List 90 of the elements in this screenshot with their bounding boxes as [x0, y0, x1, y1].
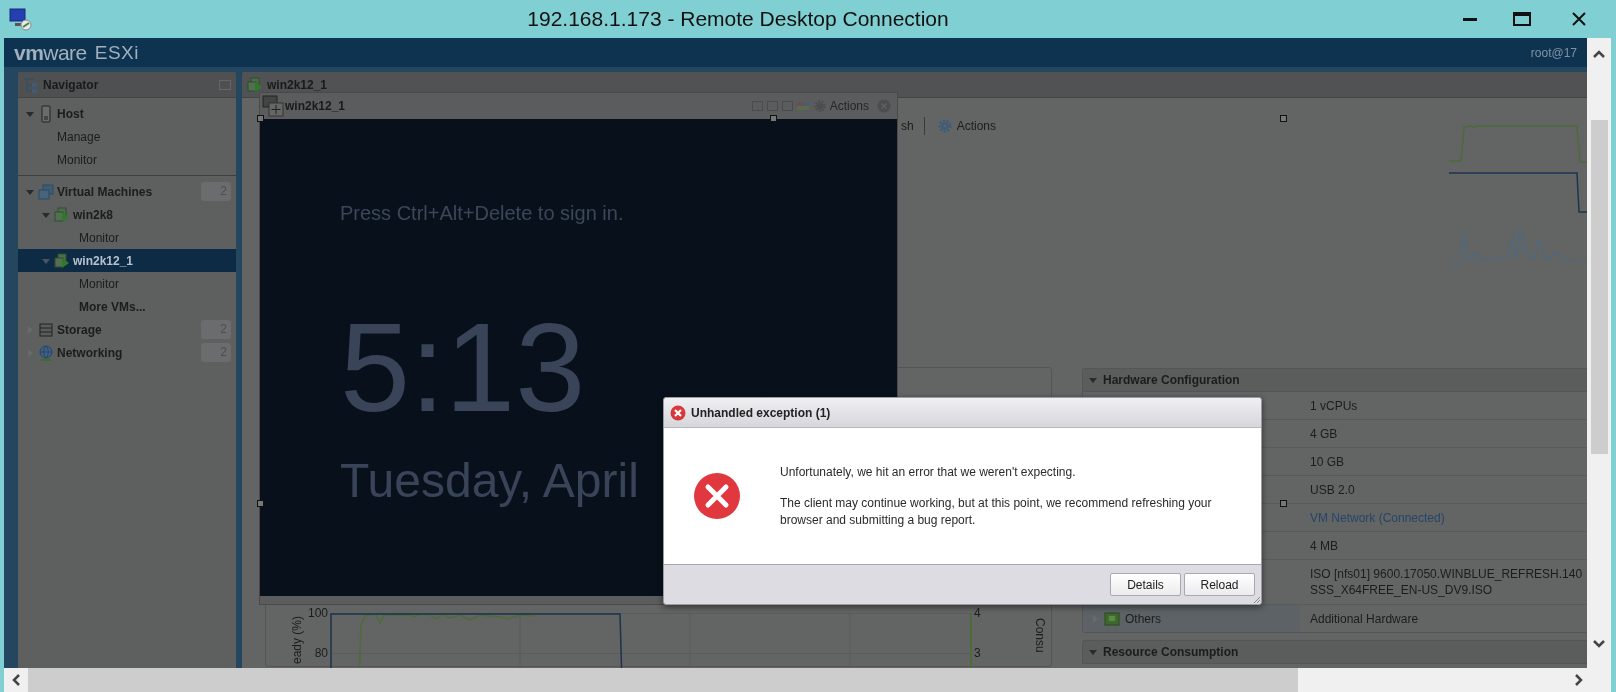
navigator-item[interactable]: Host — [18, 102, 236, 125]
navigator-item[interactable]: More VMs... — [18, 295, 236, 318]
user-name[interactable]: root@17 — [1530, 43, 1577, 62]
globe-icon — [38, 344, 54, 361]
window-title: 192.168.1.173 - Remote Desktop Connection — [527, 6, 949, 33]
resize-handle[interactable] — [257, 115, 264, 122]
gear-icon — [936, 118, 953, 134]
navigator-item[interactable]: win2k12_1 — [18, 249, 236, 272]
horizontal-scrollbar[interactable] — [4, 668, 1611, 692]
navigator-item[interactable]: Manage — [18, 125, 236, 148]
navigator-item-label: Host — [57, 105, 84, 123]
virtual-machine-icon — [54, 252, 70, 269]
navigator-item-label: Monitor — [57, 151, 97, 169]
virtual-machine-icon — [54, 206, 70, 223]
minimize-icon — [1463, 17, 1477, 21]
hardware-icon — [1104, 611, 1120, 626]
console-title: win2k12_1 — [285, 98, 346, 115]
dialog-button[interactable]: Reload — [1184, 573, 1255, 596]
dialog-title: Unhandled exception (1) — [691, 404, 831, 422]
navigator-item[interactable]: Monitor — [18, 272, 236, 295]
sign-in-prompt: Press Ctrl+Alt+Delete to sign in. — [340, 203, 624, 223]
scrollbar-thumb[interactable] — [28, 668, 1298, 692]
axis-tick-label: 4 — [974, 606, 981, 620]
section-title: Hardware Configuration — [1103, 372, 1240, 389]
navigator-item-label: Virtual Machines — [57, 183, 153, 201]
resize-handle[interactable] — [770, 115, 777, 122]
resize-grip-icon[interactable] — [1253, 596, 1260, 603]
navigator-item-label: win2k8 — [73, 206, 114, 224]
brand-logo: vmware — [14, 42, 87, 63]
caret-down-icon[interactable] — [1089, 376, 1097, 384]
server-icon — [41, 104, 51, 123]
resize-handle[interactable] — [1280, 500, 1287, 507]
navigator-item-label: win2k12_1 — [73, 252, 134, 270]
toolbar-button[interactable]: sh — [901, 117, 914, 135]
navigator-icon — [23, 76, 39, 93]
network-link[interactable]: VM Network (Connected) — [1310, 509, 1587, 526]
caret-down-icon[interactable] — [42, 210, 50, 219]
chevron-right-icon[interactable] — [1575, 674, 1583, 686]
console-icon — [262, 95, 284, 117]
caret-down-icon[interactable] — [26, 187, 34, 196]
product-name: ESXi — [94, 43, 139, 62]
hardware-value: Additional Hardware — [1310, 610, 1420, 627]
vertical-scrollbar[interactable] — [1587, 38, 1611, 668]
section-title: Resource Consumption — [1103, 644, 1239, 661]
navigator-item-label: Monitor — [79, 229, 119, 247]
axis-label: Consu — [1032, 618, 1048, 653]
chevron-down-icon[interactable] — [1593, 640, 1605, 648]
navigator-item[interactable]: Monitor — [18, 148, 236, 171]
chevron-left-icon[interactable] — [12, 674, 20, 686]
error-icon — [670, 404, 686, 421]
actions-button[interactable]: Actions — [812, 97, 869, 115]
close-icon — [1572, 12, 1586, 26]
navigator-item[interactable]: win2k8 — [18, 203, 236, 226]
virtual-machines-icon — [38, 183, 54, 200]
axis-tick-label: 100 — [307, 606, 328, 620]
navigator-item-label: Networking — [57, 344, 123, 362]
error-icon — [693, 472, 741, 520]
navigator-item-label: Storage — [57, 321, 102, 339]
panel-title: win2k12_1 — [267, 76, 328, 94]
resize-handle[interactable] — [257, 500, 264, 507]
scrollbar-thumb[interactable] — [1590, 120, 1608, 454]
hardware-value: 1 vCPUs — [1310, 397, 1359, 414]
hardware-value: 10 GB — [1310, 453, 1346, 470]
virtual-machine-icon — [247, 76, 263, 93]
caret-down-icon[interactable] — [42, 256, 50, 265]
flag-icon[interactable] — [796, 101, 809, 111]
hardware-value: ISO [nfs01] 9600.17050.WINBLUE_REFRESH.140 — [1310, 566, 1584, 582]
resize-handle[interactable] — [1280, 115, 1287, 122]
axis-label: eady (%) — [289, 616, 305, 665]
axis-tick-label: 80 — [314, 646, 328, 660]
hardware-label: Others — [1125, 610, 1161, 628]
hardware-value: USB 2.0 — [1310, 481, 1356, 498]
navigator-item-label: Monitor — [79, 275, 119, 293]
navigator-item-label: Manage — [57, 128, 101, 146]
lock-screen-date: Tuesday, April — [340, 457, 639, 505]
hardware-value: 4 MB — [1310, 537, 1339, 554]
remote-desktop-icon — [8, 7, 32, 31]
chevron-up-icon[interactable] — [1593, 50, 1605, 58]
storage-icon — [39, 322, 53, 337]
maximize-icon — [1513, 12, 1531, 26]
navigator-item-label: More VMs... — [79, 298, 146, 316]
dialog-button[interactable]: Details — [1110, 573, 1181, 596]
lock-screen-time: 5:13 — [340, 305, 586, 431]
axis-tick-label: 3 — [974, 646, 981, 660]
caret-down-icon[interactable] — [1089, 648, 1097, 656]
caret-down-icon[interactable] — [26, 109, 34, 118]
actions-button[interactable]: Actions — [923, 117, 997, 135]
hardware-value: 4 GB — [1310, 425, 1339, 442]
hardware-value: SSS_X64FREE_EN-US_DV9.ISO — [1310, 582, 1494, 598]
navigator-item[interactable]: Monitor — [18, 226, 236, 249]
